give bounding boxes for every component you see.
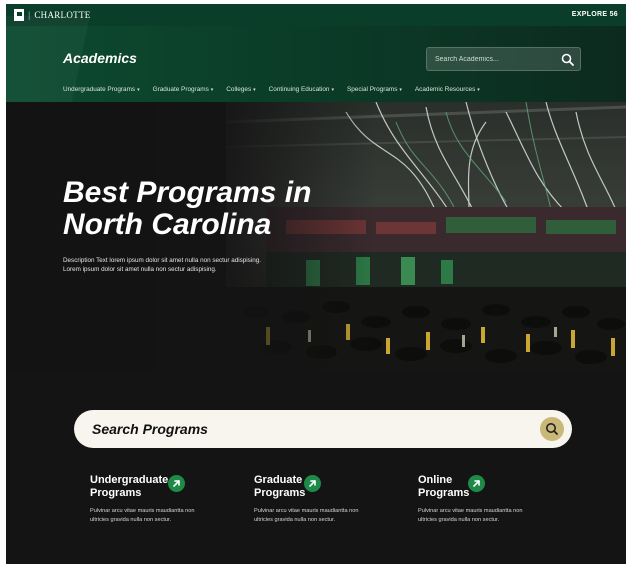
explore-suffix: 56 bbox=[609, 11, 618, 18]
nav-item-label: Colleges bbox=[226, 86, 252, 93]
card-title-line: Undergraduate bbox=[90, 474, 169, 486]
explore-label: EXPLORE bbox=[571, 11, 608, 18]
card-description-line: Pulvinar arcu vitae mauris maudiantta no… bbox=[90, 508, 195, 514]
nav-item-label: Special Programs bbox=[346, 86, 398, 93]
program-cards: Undergraduate Programs Pulvinar arcu vit… bbox=[90, 474, 570, 544]
chevron-down-icon: ▾ bbox=[331, 87, 334, 93]
hero-title-line: North Carolina bbox=[63, 208, 272, 241]
card-description-line: ultricies gravida nulla non sectur. bbox=[90, 516, 172, 523]
page-frame: | CHARLOTTE EXPLORE 56 Academics Undergr… bbox=[6, 4, 626, 564]
arrow-up-right-icon[interactable] bbox=[304, 475, 321, 492]
chevron-down-icon: ▾ bbox=[137, 87, 140, 93]
card-title-line: Programs bbox=[90, 487, 142, 499]
main-nav: Undergraduate Programs ▾ Graduate Program… bbox=[63, 86, 480, 93]
card-description-line: ultricies gravida nulla non sectur. bbox=[418, 516, 500, 523]
academics-search-input[interactable] bbox=[435, 52, 555, 67]
card-description: Pulvinar arcu vitae mauris maudiantta no… bbox=[90, 507, 250, 524]
nav-item-academic-resources[interactable]: Academic Resources ▾ bbox=[415, 86, 480, 93]
utility-bar: | CHARLOTTE EXPLORE 56 bbox=[6, 4, 626, 26]
section-title: Academics bbox=[63, 50, 137, 66]
card-description: Pulvinar arcu vitae mauris maudiantta no… bbox=[254, 507, 414, 524]
card-description-line: ultricies gravida nulla non sectur. bbox=[254, 516, 336, 523]
hero-description: Description Text lorem ipsum dolor sit a… bbox=[63, 256, 313, 274]
nav-item-continuing-education[interactable]: Continuing Education ▾ bbox=[269, 86, 334, 93]
academics-search bbox=[426, 47, 581, 71]
nav-item-undergraduate-programs[interactable]: Undergraduate Programs ▾ bbox=[63, 86, 140, 93]
arrow-up-right-icon[interactable] bbox=[168, 475, 185, 492]
explore-menu[interactable]: EXPLORE 56 bbox=[572, 11, 618, 18]
nav-item-graduate-programs[interactable]: Graduate Programs ▾ bbox=[153, 86, 214, 93]
card-online-programs[interactable]: Online Programs Pulvinar arcu vitae maur… bbox=[418, 474, 578, 524]
hero-description-line: Lorem ipsum dolor sit amet nulla non sec… bbox=[63, 266, 217, 273]
search-icon[interactable] bbox=[561, 53, 574, 66]
arrow-up-right-icon[interactable] bbox=[468, 475, 485, 492]
program-search-input[interactable] bbox=[92, 419, 492, 439]
card-description-line: Pulvinar arcu vitae mauris maudiantta no… bbox=[254, 508, 359, 514]
nav-item-colleges[interactable]: Colleges ▾ bbox=[226, 86, 255, 93]
chevron-down-icon: ▾ bbox=[399, 87, 402, 93]
search-icon[interactable] bbox=[540, 417, 564, 441]
nav-item-label: Continuing Education bbox=[268, 86, 330, 93]
chevron-down-icon: ▾ bbox=[210, 87, 214, 93]
hero-title-line: Best Programs in bbox=[63, 176, 312, 209]
card-description-line: Pulvinar arcu vitae mauris maudiantta no… bbox=[418, 508, 523, 514]
chevron-down-icon: ▾ bbox=[253, 87, 256, 93]
card-graduate-programs[interactable]: Graduate Programs Pulvinar arcu vitae ma… bbox=[254, 474, 414, 524]
nav-item-label: Academic Resources bbox=[414, 86, 476, 93]
card-undergraduate-programs[interactable]: Undergraduate Programs Pulvinar arcu vit… bbox=[90, 474, 250, 524]
program-search-bar bbox=[74, 410, 572, 448]
hero-description-line: Description Text lorem ipsum dolor sit a… bbox=[63, 257, 261, 264]
hero-banner: Best Programs in North Carolina Descript… bbox=[6, 102, 626, 372]
nav-item-special-programs[interactable]: Special Programs ▾ bbox=[347, 86, 402, 93]
nav-item-label: Undergraduate Programs bbox=[63, 86, 136, 93]
site-header: Academics Undergraduate Programs▾ Gradua… bbox=[6, 16, 626, 336]
chevron-down-icon: ▾ bbox=[477, 87, 480, 93]
card-description: Pulvinar arcu vitae mauris maudiantta no… bbox=[418, 507, 578, 524]
nav-item-label: Graduate Programs bbox=[152, 86, 209, 93]
card-title: Undergraduate Programs bbox=[90, 474, 168, 500]
hero-title: Best Programs in North Carolina bbox=[63, 177, 323, 241]
